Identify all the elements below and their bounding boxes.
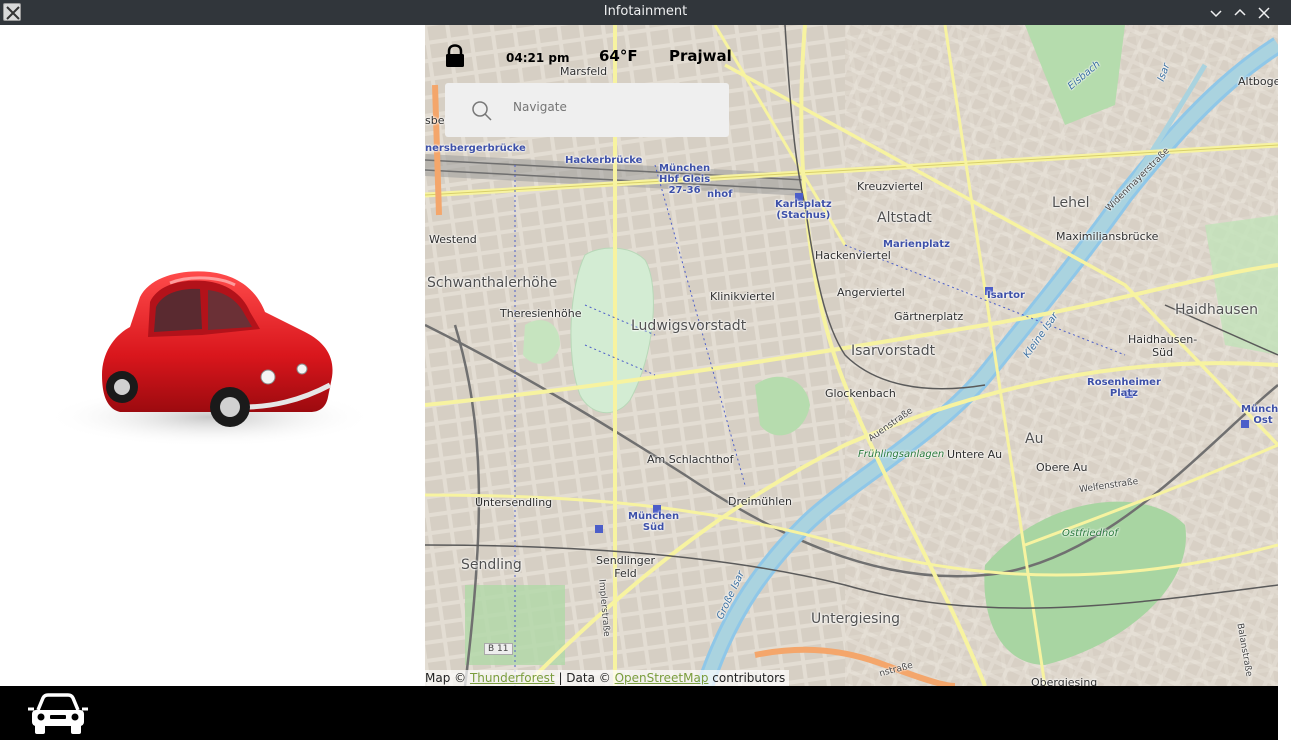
map-label: Schwanthalerhöhe [427,275,558,291]
lock-icon[interactable] [444,44,466,68]
clock-time: 04:21 pm [506,51,570,65]
vehicle-image [45,271,375,447]
temperature: 64°F [599,47,638,65]
map-label: Gärtnerplatz [894,310,964,323]
navigate-search-box[interactable] [445,83,729,137]
map-label: Marsfeld [560,65,608,78]
user-name[interactable]: Prajwal [669,47,732,65]
map-label: Kreuzviertel [857,180,923,193]
minimize-button[interactable] [1206,3,1226,23]
map-label: Altbogenh [1238,75,1278,88]
map-label: Ludwigsvorstadt [631,318,747,334]
map-label: Hackerbrücke [565,155,643,166]
attribution-suffix: contributors [712,671,786,685]
navigate-input[interactable] [513,100,713,114]
map-label: nhof [707,189,733,200]
map-label: Theresienhöhe [500,307,582,320]
window-edge [1278,25,1291,740]
map-label: Obere Au [1036,461,1088,474]
car-icon[interactable] [28,692,88,736]
attribution-prefix: Map © [425,671,467,685]
chevron-down-icon [1210,10,1222,18]
map-label: Au [1025,431,1044,447]
map-label: Haidhausen [1175,302,1258,318]
map-label: nersbergerbrücke [425,143,526,154]
maximize-button[interactable] [1230,3,1250,23]
title-bar: Infotainment [0,0,1291,25]
chevron-up-icon [1234,8,1246,16]
map-label: Untersendling [475,496,553,509]
search-icon [472,101,492,121]
map-label: Rosenheimer Platz [1087,377,1161,399]
road-shield: B 11 [484,643,513,655]
map-label: Marienplatz [883,239,950,250]
map-label: Ostfriedhof [1062,528,1118,539]
map-label: Maximiliansbrücke [1056,230,1159,243]
map-label: Isartor [987,290,1025,301]
map-label: Sendlinger Feld [596,554,656,580]
map-label: Karlsplatz (Stachus) [775,199,832,221]
map-label: Klinikviertel [710,290,775,303]
bottom-bar [0,686,1278,740]
openstreetmap-link[interactable]: OpenStreetMap [615,671,709,685]
map-label: Untergiesing [811,611,901,627]
map-label: München Hbf Gleis 27-36 [659,163,711,196]
map-label: Isarvorstadt [851,343,936,359]
map-attribution: Map © Thunderforest | Data © OpenStreetM… [425,670,790,686]
map-label: München Süd [628,511,680,533]
map-view[interactable]: Marsfeld sber nersbergerbrücke Hackerbrü… [425,25,1278,686]
map-label: Lehel [1052,195,1090,211]
map-label: Obergiesing [1031,676,1098,686]
map-label: Angerviertel [837,286,905,299]
map-label: Am Schlachthof [647,453,734,466]
close-icon [1258,7,1270,19]
map-label: Münche Ost [1241,404,1278,426]
map-label: Westend [429,233,477,246]
map-label: Glockenbach [825,387,896,400]
map-label: Haidhausen- Süd [1128,333,1198,359]
map-label: Altstadt [877,210,932,226]
attribution-middle: | Data © [558,671,611,685]
thunderforest-link[interactable]: Thunderforest [470,671,555,685]
window-title: Infotainment [603,4,688,19]
vehicle-pane [0,25,425,686]
close-button[interactable] [1254,3,1274,23]
map-label: Frühlingsanlagen [858,449,945,460]
map-label: Dreimühlen [728,495,793,508]
map-label: Untere Au [947,448,1003,461]
map-label: Hackenviertel [815,249,891,262]
map-label: Sendling [461,557,522,573]
